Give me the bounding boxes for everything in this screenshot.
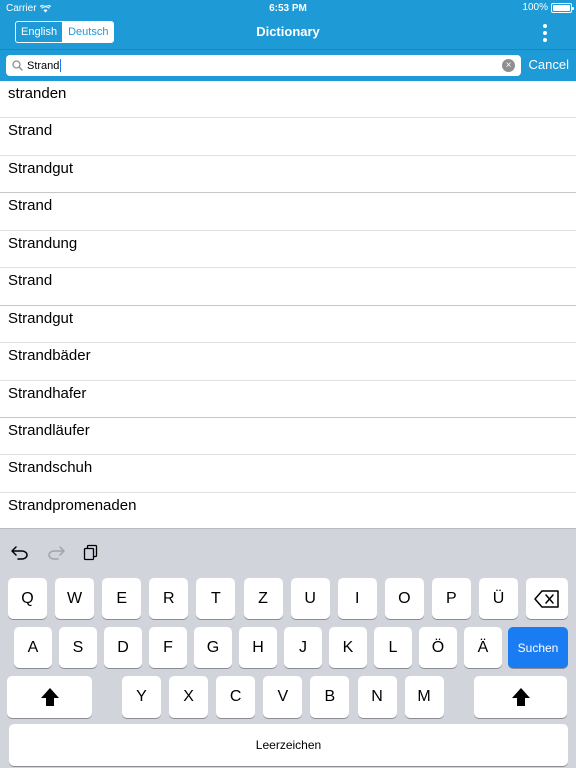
key-r[interactable]: R [149,578,189,619]
more-icon[interactable] [542,24,548,42]
list-item[interactable]: Strandläufer [0,418,576,456]
key-l[interactable]: L [374,627,412,668]
key-t[interactable]: T [196,578,236,619]
text-caret [60,59,62,72]
status-bar: Carrier 6:53 PM 100% [0,0,576,16]
list-item[interactable]: Strandung [0,231,576,269]
key-z[interactable]: Z [243,578,283,619]
battery-icon [551,2,574,13]
key-i[interactable]: I [337,578,377,619]
key-p[interactable]: P [431,578,471,619]
search-input[interactable]: Strand × [6,55,521,76]
key-o[interactable]: O [384,578,424,619]
key-a[interactable]: A [14,627,52,668]
keyboard: Q W E R T Z U I O P Ü A S D F G H J K L Ö Ä Suchen Y X C V B N M Leerz… [0,528,576,768]
backspace-key[interactable] [526,578,568,619]
key-w[interactable]: W [55,578,95,619]
shift-icon [40,688,59,706]
key-y[interactable]: Y [122,676,161,718]
list-item[interactable]: Strand [0,268,576,306]
key-j[interactable]: J [284,627,322,668]
key-g[interactable]: G [194,627,232,668]
undo-icon[interactable] [10,544,30,560]
key-u[interactable]: U [290,578,330,619]
key-h[interactable]: H [239,627,277,668]
results-list: stranden Strand Strandgut Strand Strandu… [0,81,576,531]
key-v[interactable]: V [263,676,303,718]
key-b[interactable]: B [310,676,350,718]
key-f[interactable]: F [149,627,187,668]
key-n[interactable]: N [357,676,397,718]
key-ä[interactable]: Ä [464,627,502,668]
clear-icon[interactable]: × [502,59,515,72]
key-m[interactable]: M [404,676,444,718]
keyboard-shortcuts [10,543,100,561]
list-item[interactable]: Strand [0,193,576,231]
list-item[interactable]: Strandpromenaden [0,493,576,531]
shift-left-key[interactable] [7,676,92,718]
shift-right-key[interactable] [474,676,567,718]
battery-status: 100% [522,2,574,13]
key-x[interactable]: X [169,676,209,718]
backspace-icon [534,589,559,608]
key-ö[interactable]: Ö [419,627,457,668]
search-key[interactable]: Suchen [508,627,568,668]
search-icon [12,60,23,71]
key-ü[interactable]: Ü [479,578,518,619]
space-key[interactable]: Leerzeichen [9,724,568,766]
list-item[interactable]: Strand [0,118,576,156]
paste-icon[interactable] [82,543,100,561]
page-title: Dictionary [256,24,320,39]
key-d[interactable]: D [104,627,142,668]
list-item[interactable]: stranden [0,81,576,119]
header: Carrier 6:53 PM 100% English Deutsch Dic… [0,0,576,49]
redo-icon[interactable] [46,544,66,560]
key-s[interactable]: S [59,627,97,668]
list-item[interactable]: Strandhafer [0,381,576,418]
list-item[interactable]: Strandschuh [0,455,576,493]
search-input-value: Strand [27,59,60,72]
key-e[interactable]: E [102,578,142,619]
shift-icon [511,688,530,706]
battery-percent: 100% [522,2,548,13]
list-item[interactable]: Strandgut [0,306,576,344]
key-c[interactable]: C [216,676,256,718]
list-item[interactable]: Strandgut [0,156,576,194]
key-q[interactable]: Q [8,578,47,619]
cancel-button[interactable]: Cancel [529,57,569,72]
key-k[interactable]: K [329,627,367,668]
clock: 6:53 PM [269,3,307,14]
search-bar: Strand × [0,49,576,81]
list-item[interactable]: Strandbäder [0,343,576,381]
